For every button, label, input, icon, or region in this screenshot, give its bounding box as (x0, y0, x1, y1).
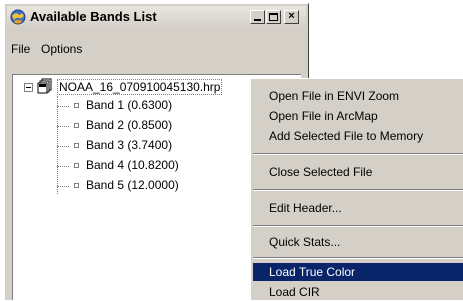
band-label: Band 5 (12.0000) (86, 178, 179, 192)
maximize-icon (269, 13, 278, 21)
band-label: Band 1 (0.6300) (86, 98, 173, 112)
menu-load-true-color[interactable]: Load True Color (253, 263, 463, 281)
band-label: Band 3 (3.7400) (86, 138, 173, 152)
menu-separator (253, 153, 463, 155)
close-button[interactable]: × (284, 10, 299, 24)
title-bar[interactable]: Available Bands List × (7, 6, 306, 28)
menu-options[interactable]: Options (41, 42, 82, 56)
menu-file[interactable]: File (11, 42, 30, 56)
context-menu: Open File in ENVI Zoom Open File in ArcM… (250, 78, 463, 300)
globe-icon (10, 9, 26, 25)
band-leaf-icon (74, 103, 79, 108)
menu-open-arcmap[interactable]: Open File in ArcMap (253, 107, 463, 125)
file-node[interactable]: NOAA_16_070910045130.hrp (57, 79, 223, 95)
band-leaf-icon (74, 143, 79, 148)
menu-separator (253, 257, 463, 259)
collapse-toggle[interactable] (24, 83, 33, 92)
band-leaf-icon (74, 123, 79, 128)
tree-connector (57, 96, 58, 194)
menu-open-envi-zoom[interactable]: Open File in ENVI Zoom (253, 87, 463, 105)
menu-load-cir[interactable]: Load CIR (253, 283, 463, 301)
menu-separator (253, 189, 463, 191)
close-icon: × (288, 10, 295, 22)
band-leaf-icon (74, 183, 79, 188)
file-stack-icon (37, 78, 52, 94)
maximize-button[interactable] (266, 10, 281, 24)
window-title: Available Bands List (30, 9, 157, 24)
band-label: Band 4 (10.8200) (86, 158, 179, 172)
band-label: Band 2 (0.8500) (86, 118, 173, 132)
minimize-icon (254, 19, 261, 21)
menu-edit-header[interactable]: Edit Header... (253, 199, 463, 217)
menu-close-file[interactable]: Close Selected File (253, 163, 463, 181)
menu-separator (253, 225, 463, 227)
menu-add-to-memory[interactable]: Add Selected File to Memory (253, 127, 463, 145)
minimize-button[interactable] (250, 10, 265, 24)
band-leaf-icon (74, 163, 79, 168)
menu-quick-stats[interactable]: Quick Stats... (253, 233, 463, 251)
